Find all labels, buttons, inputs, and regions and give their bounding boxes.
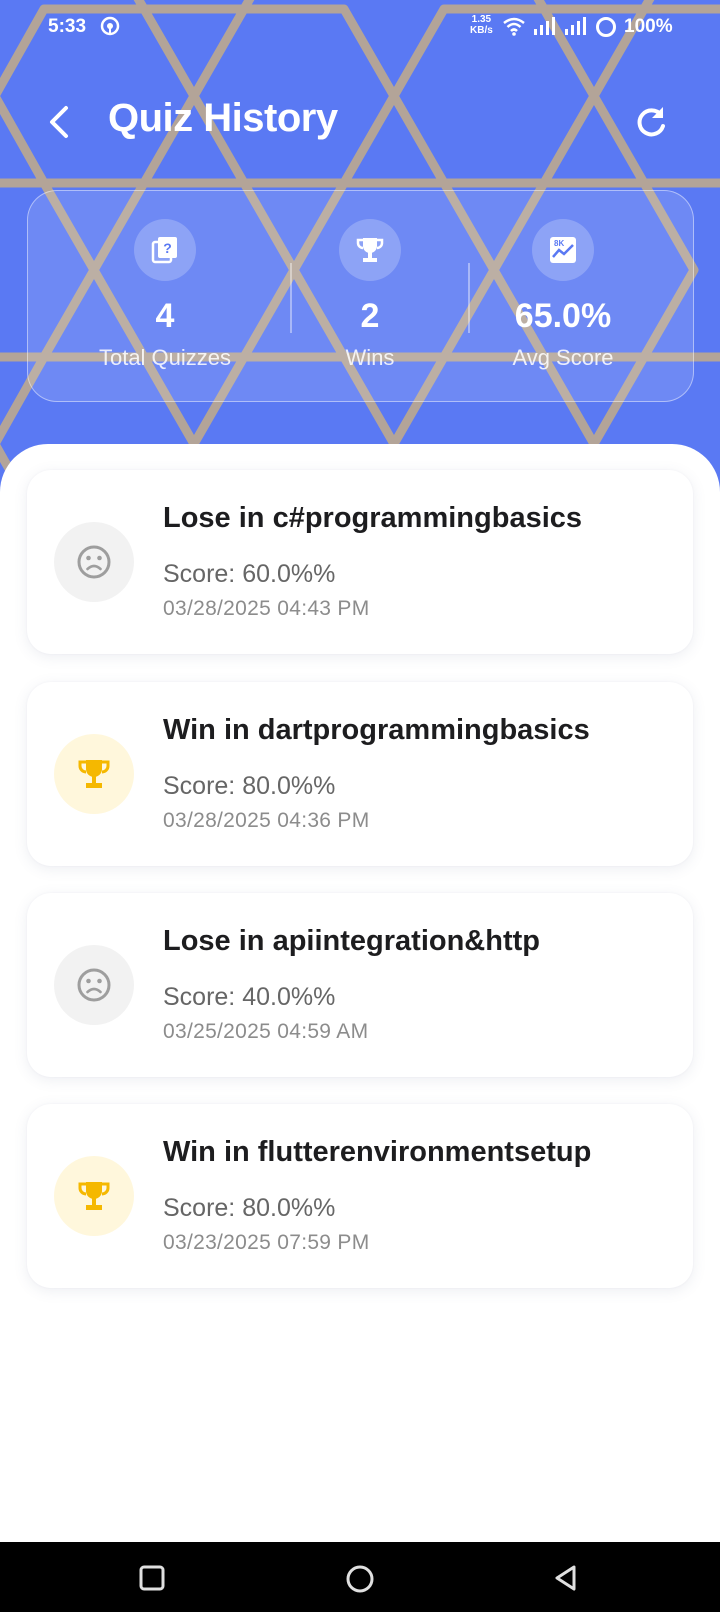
hotspot-icon bbox=[100, 16, 120, 36]
network-speed: 1.35 KB/s bbox=[470, 14, 493, 36]
home-icon[interactable] bbox=[345, 1564, 375, 1594]
battery-icon bbox=[596, 17, 616, 37]
stat-icon-circle: ? bbox=[134, 219, 196, 281]
refresh-icon[interactable] bbox=[632, 102, 672, 142]
svg-text:8K: 8K bbox=[554, 239, 564, 248]
page-title: Quiz History bbox=[108, 96, 338, 140]
history-title: Win in flutterenvironmentsetup bbox=[163, 1136, 592, 1168]
stat-wins: 2 Wins bbox=[260, 191, 480, 401]
system-nav-bar bbox=[0, 1542, 720, 1612]
history-date: 03/25/2025 04:59 AM bbox=[163, 1020, 369, 1043]
history-date: 03/28/2025 04:43 PM bbox=[163, 597, 370, 620]
trophy-icon bbox=[356, 238, 384, 262]
history-list-sheet: Lose in c#programmingbasics Score: 60.0%… bbox=[0, 444, 720, 1544]
wifi-icon bbox=[503, 17, 525, 36]
back-nav-icon[interactable] bbox=[552, 1564, 580, 1592]
signal-icon bbox=[534, 17, 555, 35]
stat-avg-score: 8K 65.0% Avg Score bbox=[453, 191, 673, 401]
quiz-library-icon: ? bbox=[151, 237, 177, 264]
history-date: 03/23/2025 07:59 PM bbox=[163, 1231, 370, 1254]
history-title: Win in dartprogrammingbasics bbox=[163, 714, 590, 746]
history-date: 03/28/2025 04:36 PM bbox=[163, 809, 370, 832]
header-background: 5:33 1.35 KB/s 100% Quiz History ? 4 Tot… bbox=[0, 0, 720, 500]
result-badge bbox=[54, 734, 134, 814]
result-badge bbox=[54, 522, 134, 602]
status-time: 5:33 bbox=[48, 16, 87, 37]
history-card[interactable]: Win in flutterenvironmentsetup Score: 80… bbox=[27, 1104, 693, 1288]
stat-icon-circle: 8K bbox=[532, 219, 594, 281]
battery-level: 100% bbox=[624, 16, 673, 37]
stat-total-quizzes: ? 4 Total Quizzes bbox=[55, 191, 275, 401]
arrow-back-icon[interactable] bbox=[40, 100, 80, 144]
recent-apps-icon[interactable] bbox=[138, 1564, 166, 1592]
stats-summary-card: ? 4 Total Quizzes 2 Wins 8K 65.0% Avg Sc… bbox=[27, 190, 694, 402]
svg-text:?: ? bbox=[163, 240, 172, 256]
avg-score-value: 65.0% bbox=[514, 297, 612, 335]
total-quizzes-value: 4 bbox=[155, 297, 175, 335]
history-score: Score: 40.0%% bbox=[163, 983, 336, 1011]
total-quizzes-label: Total Quizzes bbox=[98, 345, 232, 370]
history-title: Lose in c#programmingbasics bbox=[163, 502, 583, 534]
history-title: Lose in apiintegration&http bbox=[163, 925, 540, 957]
history-card[interactable]: Win in dartprogrammingbasics Score: 80.0… bbox=[27, 682, 693, 866]
sad-face-icon bbox=[77, 545, 111, 579]
sad-face-icon bbox=[77, 968, 111, 1002]
score-chart-icon: 8K bbox=[550, 237, 576, 263]
wins-label: Wins bbox=[345, 345, 395, 370]
result-badge bbox=[54, 945, 134, 1025]
status-bar: 5:33 1.35 KB/s 100% bbox=[0, 0, 720, 56]
history-card[interactable]: Lose in c#programmingbasics Score: 60.0%… bbox=[27, 470, 693, 654]
wins-value: 2 bbox=[360, 297, 380, 335]
avg-score-label: Avg Score bbox=[512, 345, 614, 370]
signal-icon bbox=[565, 17, 586, 35]
stat-icon-circle bbox=[339, 219, 401, 281]
history-score: Score: 60.0%% bbox=[163, 560, 336, 588]
history-score: Score: 80.0%% bbox=[163, 1194, 336, 1222]
history-score: Score: 80.0%% bbox=[163, 772, 336, 800]
result-badge bbox=[54, 1156, 134, 1236]
history-card[interactable]: Lose in apiintegration&http Score: 40.0%… bbox=[27, 893, 693, 1077]
trophy-icon bbox=[78, 1182, 110, 1210]
trophy-icon bbox=[78, 760, 110, 788]
